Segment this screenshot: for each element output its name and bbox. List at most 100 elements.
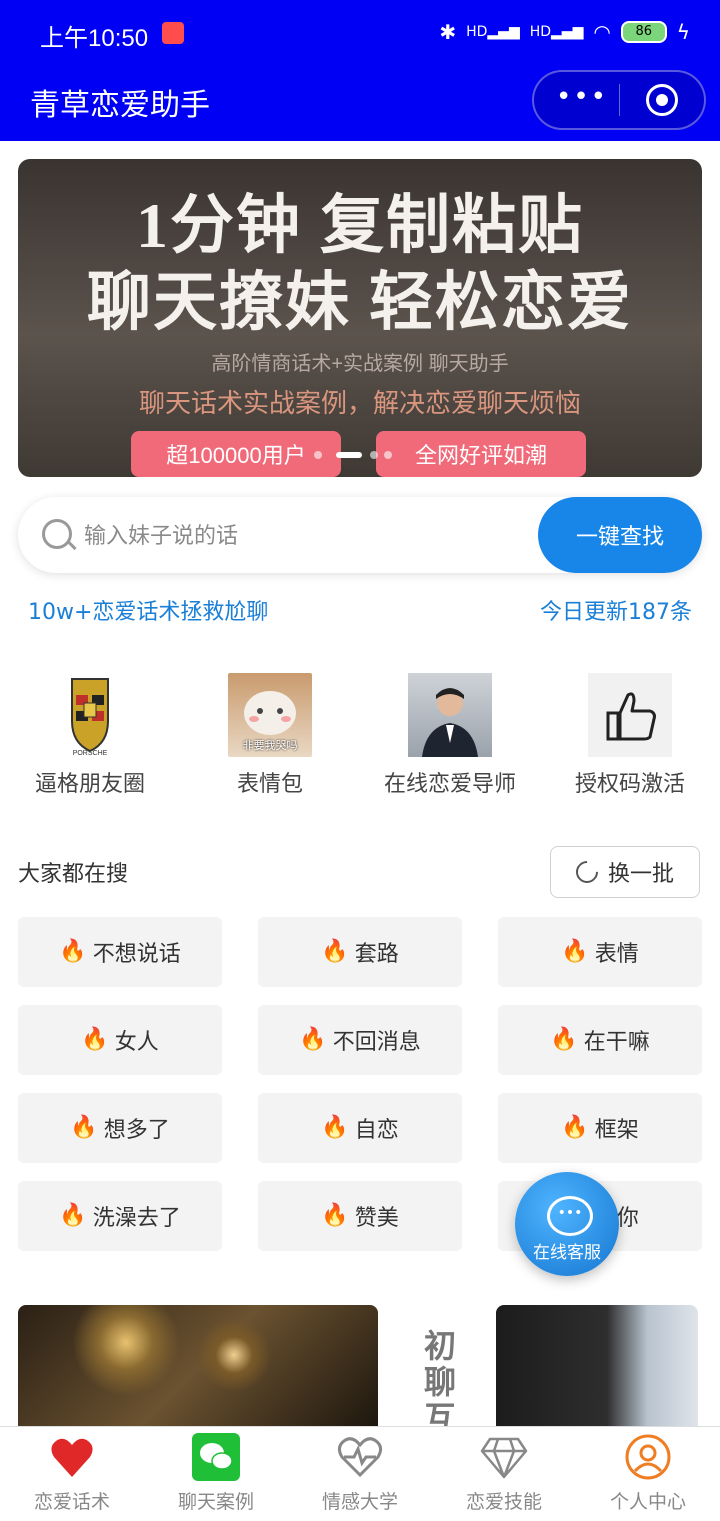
svg-text:PORSCHE: PORSCHE <box>73 750 108 757</box>
search-tag[interactable]: 🔥 不想说话 <box>18 917 222 987</box>
tab-emotion-university[interactable]: 情感大学 <box>288 1427 432 1521</box>
tab-love-lines[interactable]: 恋爱话术 <box>0 1427 144 1521</box>
carousel-dot[interactable] <box>384 451 392 459</box>
tab-chat-cases[interactable]: 聊天案例 <box>144 1427 288 1521</box>
customer-service-button[interactable]: ••• 在线客服 <box>515 1172 619 1276</box>
close-miniapp-icon[interactable] <box>646 84 678 116</box>
stats-left: 10w+恋爱话术拯救尬聊 <box>28 600 269 625</box>
search-input[interactable] <box>82 519 526 553</box>
search-tag[interactable]: 🔥 女人 <box>18 1005 222 1075</box>
search-tag[interactable]: 🔥 自恋 <box>258 1093 462 1163</box>
quick-link-label[interactable]: 表情包 <box>185 766 355 798</box>
fire-icon: 🔥 <box>321 1115 349 1140</box>
banner-pill-users: 超100000用户 <box>131 431 341 477</box>
article-thumbnail[interactable] <box>18 1305 378 1430</box>
quick-link-label[interactable]: 逼格朋友圈 <box>5 766 175 798</box>
fire-icon: 🔥 <box>321 939 349 964</box>
search-tag-label: 自恋 <box>354 1118 399 1143</box>
heartbeat-icon <box>336 1433 384 1481</box>
top-bar: 上午10:50 ✱ HD▂▄▆ HD▂▄▆ ◠ 86 ϟ 青草恋爱助手 ••• <box>0 0 720 141</box>
search-tag-label: 不回消息 <box>332 1030 421 1055</box>
fire-icon: 🔥 <box>299 1027 327 1052</box>
status-icons: ✱ HD▂▄▆ HD▂▄▆ ◠ 86 ϟ <box>439 20 690 44</box>
search-button[interactable]: 一键查找 <box>538 497 702 573</box>
mentor-photo-icon[interactable] <box>408 673 492 757</box>
carousel-dot[interactable] <box>314 451 322 459</box>
carousel-dot-active[interactable] <box>336 452 362 458</box>
wifi-icon: ◠ <box>593 20 611 44</box>
search-tag[interactable]: 🔥 赞美 <box>258 1181 462 1251</box>
bottom-tab-bar: 恋爱话术 聊天案例 情感大学 恋爱技能 个人中心 <box>0 1426 720 1521</box>
search-tag[interactable]: 🔥 在干嘛 <box>498 1005 702 1075</box>
fire-icon: 🔥 <box>59 939 87 964</box>
status-time: 上午10:50 <box>40 25 149 52</box>
wechat-icon <box>192 1433 240 1481</box>
search-icon <box>42 519 72 549</box>
tab-label: 情感大学 <box>321 1491 398 1513</box>
heart-icon <box>48 1433 96 1481</box>
porsche-logo-icon[interactable]: PORSCHE <box>48 673 132 757</box>
refresh-button[interactable]: 换一批 <box>550 846 700 898</box>
search-tag-label: 不想说话 <box>92 942 181 967</box>
cat-meme-icon[interactable]: 非要我哭吗 <box>228 673 312 757</box>
banner-pill-reviews: 全网好评如潮 <box>376 431 586 477</box>
fire-icon: 🔥 <box>59 1203 87 1228</box>
capsule-divider <box>619 84 620 116</box>
search-bar: 一键查找 <box>18 497 702 573</box>
tab-label: 个人中心 <box>609 1491 686 1513</box>
search-tag-label: 在干嘛 <box>583 1030 650 1055</box>
app-notification-icon <box>162 22 184 44</box>
quick-link-label[interactable]: 授权码激活 <box>545 766 715 798</box>
tab-profile[interactable]: 个人中心 <box>576 1427 720 1521</box>
tab-love-skills[interactable]: 恋爱技能 <box>432 1427 576 1521</box>
stats-right: 今日更新187条 <box>540 600 692 625</box>
search-tag[interactable]: 🔥 不回消息 <box>258 1005 462 1075</box>
fire-icon: 🔥 <box>550 1027 578 1052</box>
search-tag[interactable]: 🔥 表情 <box>498 917 702 987</box>
search-tag-label: 赞美 <box>354 1206 399 1231</box>
signal-icon: HD▂▄▆ <box>529 24 584 40</box>
refresh-icon <box>571 856 603 888</box>
charging-icon: ϟ <box>676 20 690 44</box>
chat-bubble-icon: ••• <box>547 1196 593 1236</box>
banner-subline-2: 聊天话术实战案例，解决恋爱聊天烦恼 <box>138 388 581 418</box>
search-tag-label: 想多了 <box>103 1118 170 1143</box>
fire-icon: 🔥 <box>70 1115 98 1140</box>
search-tag[interactable]: 🔥 套路 <box>258 917 462 987</box>
search-tag-label: 洗澡去了 <box>92 1206 181 1231</box>
diamond-icon <box>480 1433 528 1481</box>
banner-headline-2: 聊天撩妹 轻松恋爱 <box>87 267 633 338</box>
search-tag[interactable]: 🔥 想多了 <box>18 1093 222 1163</box>
user-icon <box>624 1433 672 1481</box>
banner-subline-1: 高阶情商话术+实战案例 聊天助手 <box>211 353 509 375</box>
feature-vertical-text[interactable]: 初聊互 <box>424 1328 460 1436</box>
fire-icon: 🔥 <box>321 1203 349 1228</box>
search-tag-label: 表情 <box>594 942 639 967</box>
article-thumbnail[interactable] <box>496 1305 698 1430</box>
tab-label: 恋爱话术 <box>33 1491 110 1513</box>
fire-icon: 🔥 <box>561 939 589 964</box>
service-label: 在线客服 <box>533 1243 601 1263</box>
thumbs-up-icon[interactable] <box>588 673 672 757</box>
battery-icon: 86 <box>620 21 667 43</box>
promo-banner[interactable]: 1分钟 复制粘贴 聊天撩妹 轻松恋爱 高阶情商话术+实战案例 聊天助手 聊天话术… <box>18 159 702 477</box>
fire-icon: 🔥 <box>81 1027 109 1052</box>
search-tag[interactable]: 🔥 框架 <box>498 1093 702 1163</box>
search-tag-label: 套路 <box>354 942 399 967</box>
page-title: 青草恋爱助手 <box>30 88 210 123</box>
search-tag-label: 女人 <box>114 1030 159 1055</box>
section-title: 大家都在搜 <box>18 862 129 887</box>
fire-icon: 🔥 <box>561 1115 589 1140</box>
tab-label: 聊天案例 <box>177 1491 254 1513</box>
search-tag[interactable]: 🔥 洗澡去了 <box>18 1181 222 1251</box>
tab-label: 恋爱技能 <box>465 1491 542 1513</box>
signal-icon: HD▂▄▆ <box>466 24 520 40</box>
meme-caption: 非要我哭吗 <box>242 739 298 752</box>
search-tag-label: 框架 <box>594 1118 639 1143</box>
quick-link-label[interactable]: 在线恋爱导师 <box>365 766 535 798</box>
miniapp-capsule: ••• <box>532 70 706 130</box>
refresh-label: 换一批 <box>607 862 674 887</box>
bluetooth-icon: ✱ <box>439 20 457 44</box>
carousel-dot[interactable] <box>370 451 378 459</box>
more-menu-icon[interactable]: ••• <box>556 82 608 112</box>
